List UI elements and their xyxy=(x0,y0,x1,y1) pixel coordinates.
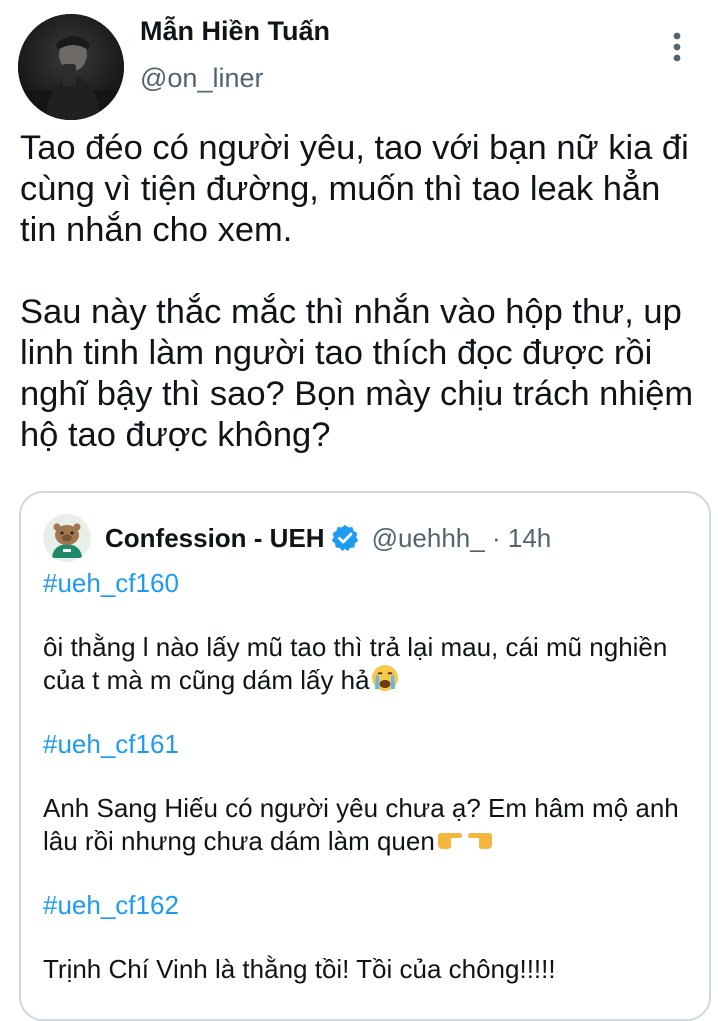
author-avatar[interactable] xyxy=(18,14,124,120)
more-options-button[interactable] xyxy=(656,26,698,68)
pointing-hand-left-emoji xyxy=(465,824,495,854)
hashtag-link[interactable]: #ueh_cf160 xyxy=(43,567,693,599)
quoted-author-avatar[interactable] xyxy=(43,514,91,562)
quoted-tweet-content: #ueh_cf160 ôi thằng l nào lấy mũ tao thì… xyxy=(43,567,693,985)
hashtag-link[interactable]: #ueh_cf161 xyxy=(43,728,693,760)
tweet-text: Tao đéo có người yêu, tao với bạn nữ kia… xyxy=(20,129,694,454)
pointing-hand-right-emoji xyxy=(435,824,465,854)
quoted-author-handle[interactable]: @uehhh_ xyxy=(372,523,485,554)
quoted-tweet-time[interactable]: 14h xyxy=(508,523,551,554)
quoted-author-name[interactable]: Confession - UEH xyxy=(105,523,325,554)
post-text: Trịnh Chí Vinh là thằng tồi! Tồi của chô… xyxy=(43,954,556,984)
quoted-tweet-header: Confession - UEH @uehhh_ · 14h xyxy=(43,513,551,563)
author-display-name[interactable]: Mẫn Hiền Tuấn xyxy=(140,16,330,47)
quoted-tweet-card[interactable]: Confession - UEH @uehhh_ · 14h #ueh_cf16… xyxy=(19,491,711,1021)
verified-badge-icon xyxy=(330,523,360,553)
hashtag-link[interactable]: #ueh_cf162 xyxy=(43,889,693,921)
post-text: Anh Sang Hiếu có người yêu chưa ạ? Em hâ… xyxy=(43,793,679,856)
more-vertical-icon xyxy=(673,32,681,62)
author-handle[interactable]: @on_liner xyxy=(140,63,263,94)
post-text: ôi thằng l nào lấy mũ tao thì trả lại ma… xyxy=(43,632,668,695)
meta-separator: · xyxy=(491,522,501,553)
crying-face-emoji xyxy=(370,663,400,693)
